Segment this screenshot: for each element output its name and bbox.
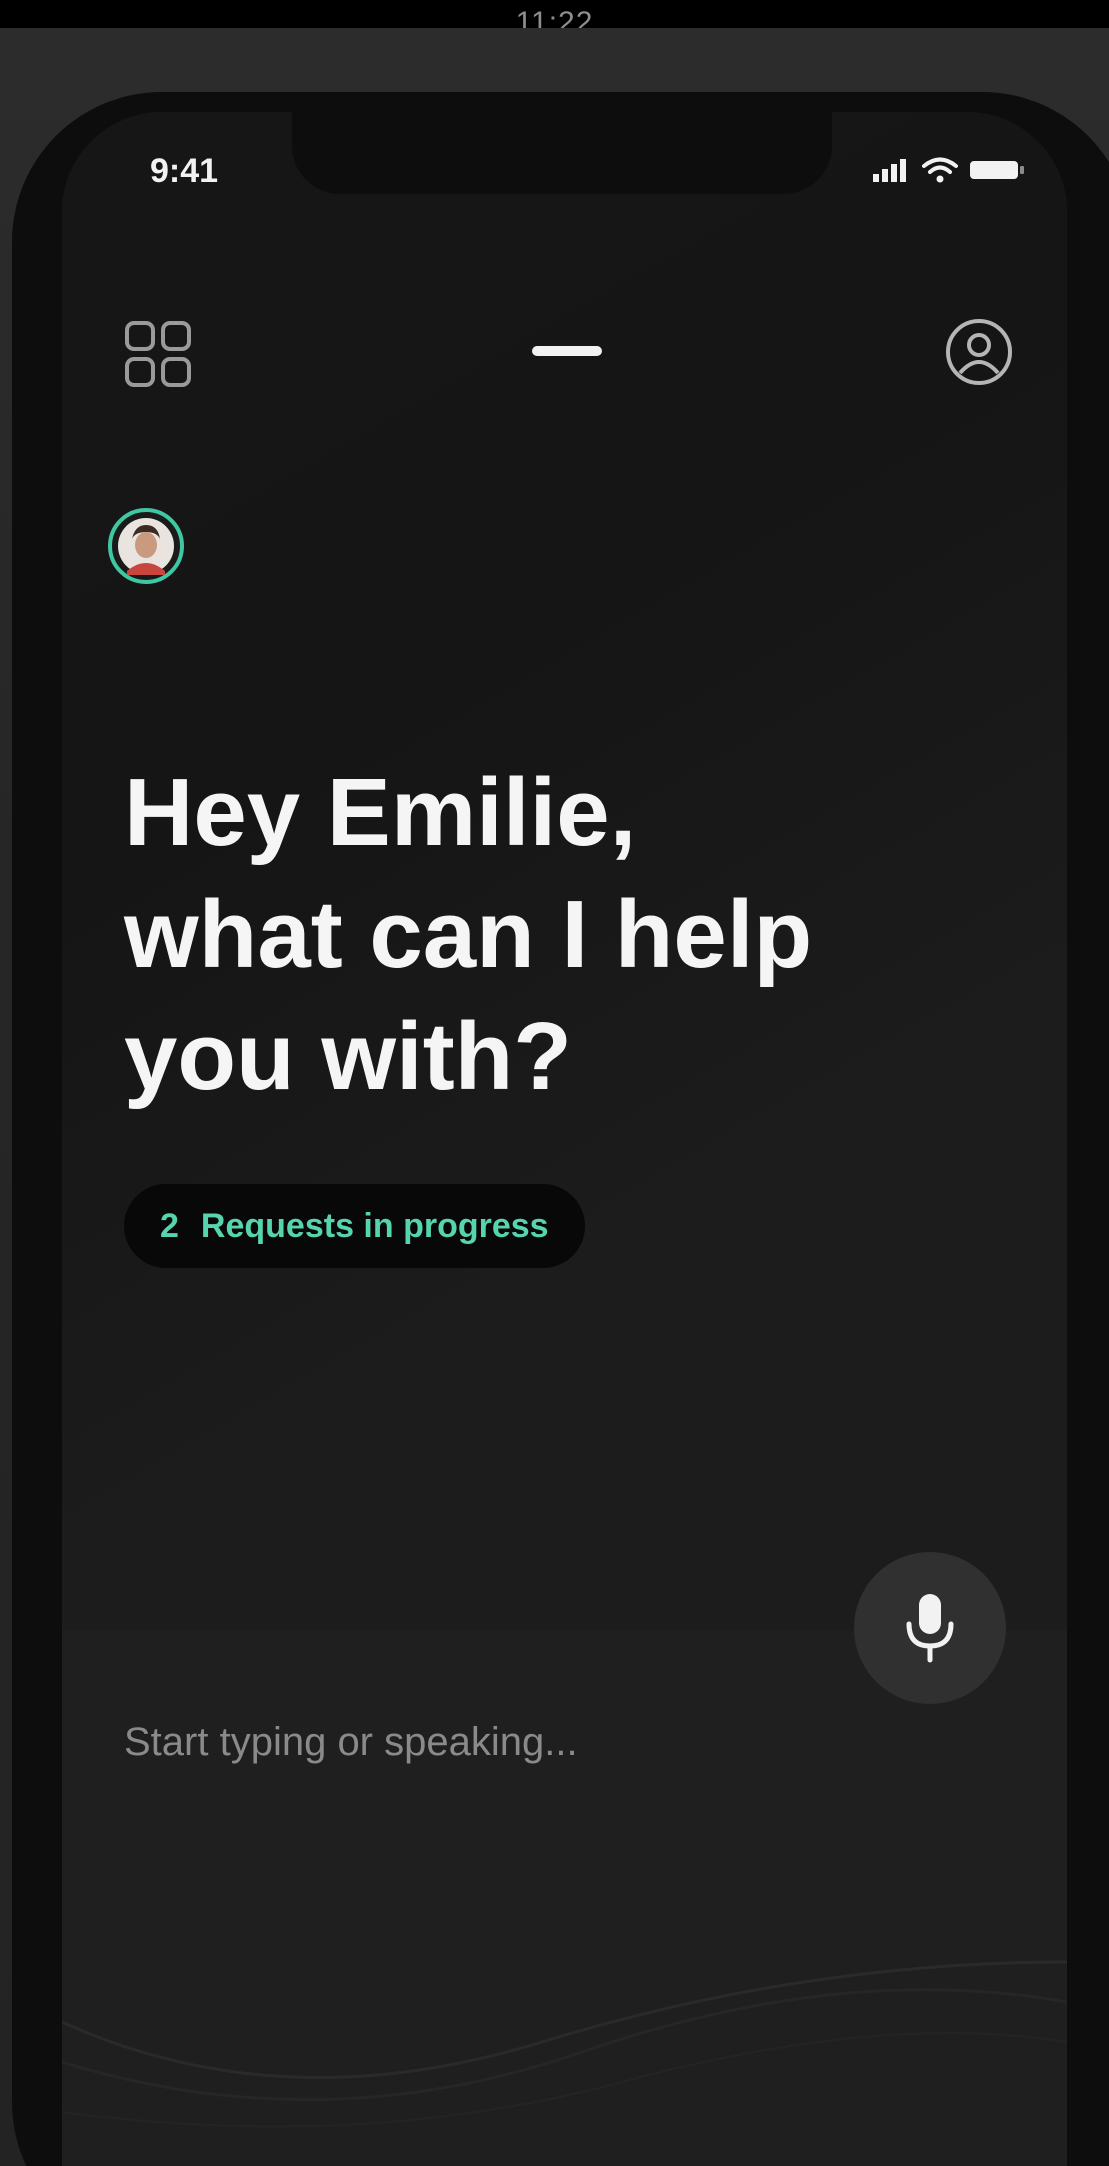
- sound-wave-decoration: [62, 1960, 1067, 2128]
- top-navigation: [62, 292, 1067, 402]
- greeting-heading: Hey Emilie, what can I help you with?: [124, 752, 984, 1118]
- apps-menu-button[interactable]: [118, 314, 198, 394]
- profile-button[interactable]: [937, 310, 1021, 394]
- status-icons: [871, 156, 1027, 184]
- signal-icon: [873, 159, 906, 182]
- greeting-line: what can I help: [124, 881, 813, 988]
- battery-icon: [970, 161, 1024, 179]
- greeting-line: Hey Emilie,: [124, 759, 637, 866]
- requests-label: Requests in progress: [200, 1206, 549, 1245]
- user-icon: [946, 319, 1012, 385]
- prompt-input[interactable]: [124, 1702, 984, 1782]
- viewport: 11:22 9:41 Hey Emilie, what can I help y…: [0, 0, 1109, 2166]
- wifi-icon: [922, 157, 958, 183]
- requests-count: 2: [160, 1206, 179, 1245]
- status-time: 9:41: [150, 152, 219, 190]
- grid-icon: [125, 321, 191, 387]
- requests-in-progress-button[interactable]: 2 Requests in progress: [124, 1184, 585, 1268]
- microphone-button[interactable]: [854, 1552, 1006, 1704]
- microphone-icon: [906, 1594, 954, 1663]
- phone-notch: [292, 112, 832, 194]
- phone-screen: 9:41 Hey Emilie, what can I help you wit…: [62, 112, 1067, 2166]
- handle-icon[interactable]: [532, 346, 602, 356]
- avatar-photo: [118, 518, 174, 575]
- avatar[interactable]: [108, 508, 184, 584]
- greeting-line: you with?: [124, 1003, 572, 1110]
